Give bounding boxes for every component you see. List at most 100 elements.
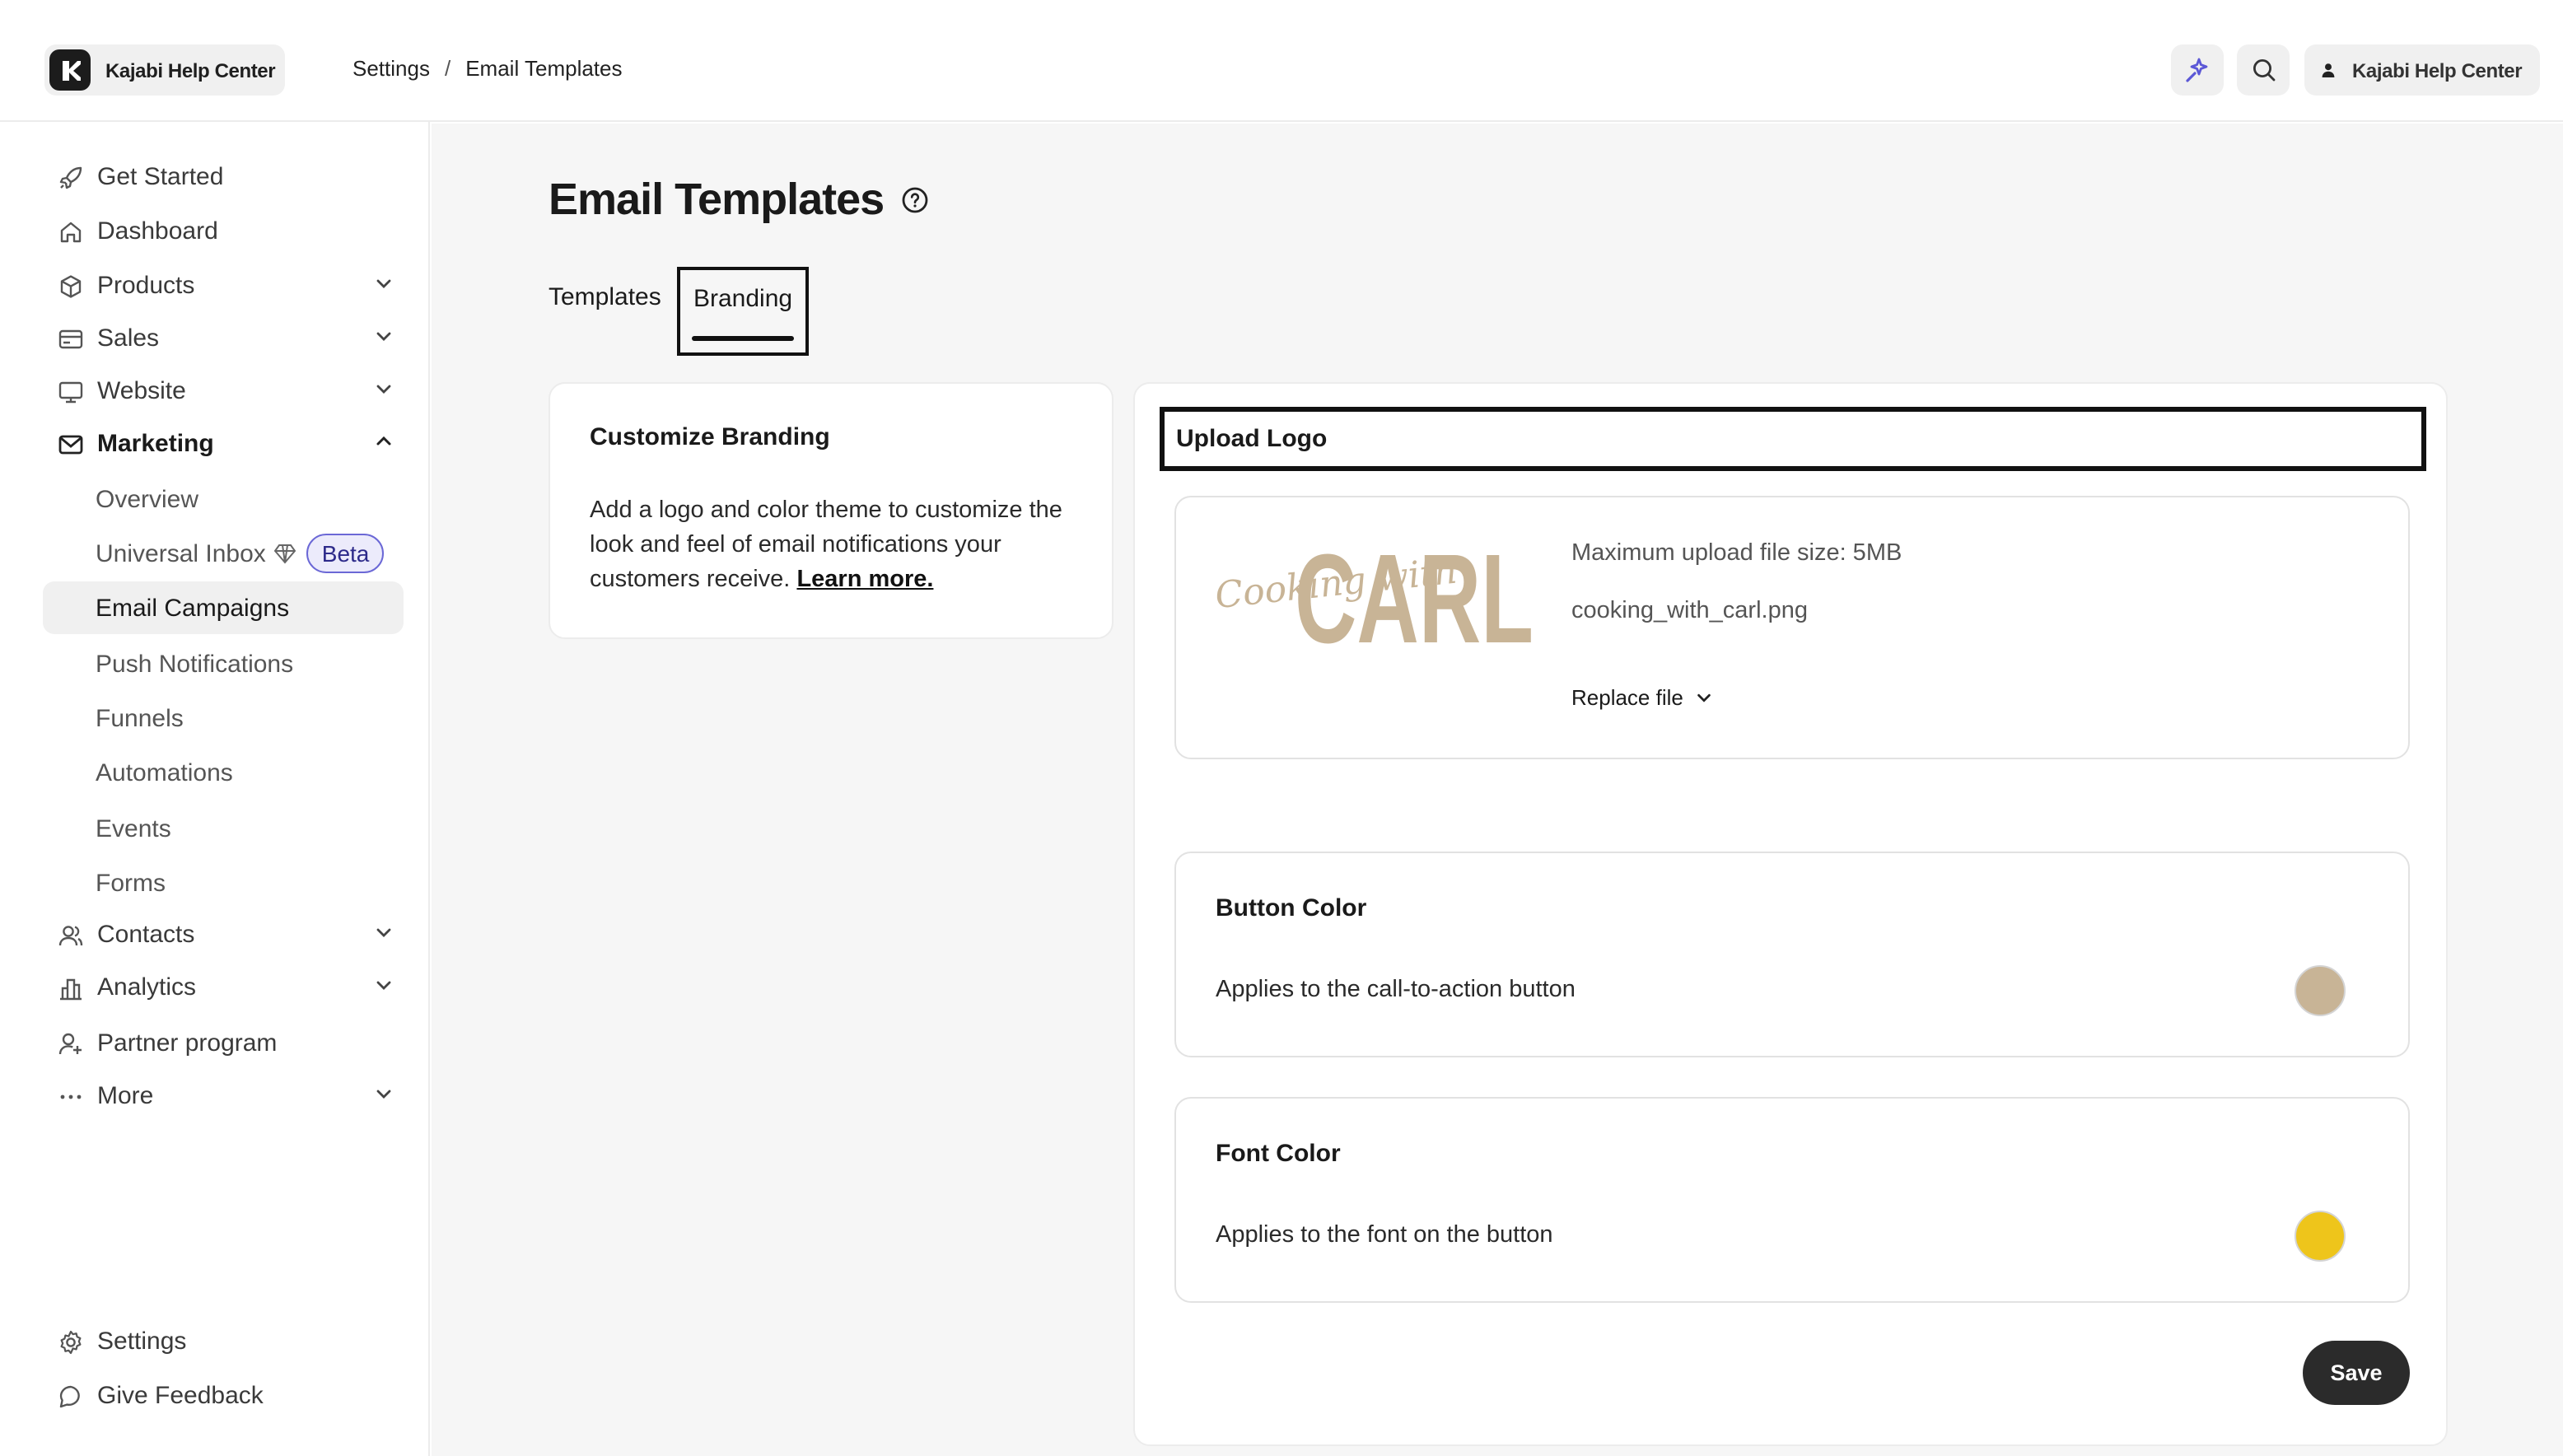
sidebar-sub-label: Events <box>96 814 171 842</box>
sidebar-item-label: Give Feedback <box>97 1382 264 1410</box>
chevron-down-icon <box>376 385 391 394</box>
branding-settings-card: Upload Logo Cooking with CARL Maximum up… <box>1133 382 2448 1446</box>
user-menu-button[interactable]: Kajabi Help Center <box>2304 44 2540 96</box>
sidebar-item-label: Partner program <box>97 1029 278 1057</box>
sidebar-item-products[interactable]: Products <box>43 260 404 311</box>
page-title-text: Email Templates <box>549 175 885 224</box>
chart-icon <box>58 974 84 1001</box>
sidebar: Get Started Dashboard Products Sales Web… <box>16 122 430 1456</box>
mail-icon <box>58 431 84 457</box>
sidebar-item-contacts[interactable]: Contacts <box>43 909 404 960</box>
rocket-icon <box>58 164 84 190</box>
chevron-down-icon <box>376 981 391 990</box>
sidebar-item-sales[interactable]: Sales <box>43 313 404 364</box>
sidebar-item-dashboard[interactable]: Dashboard <box>43 206 404 257</box>
upload-logo-heading: Upload Logo <box>1160 407 2426 471</box>
save-button[interactable]: Save <box>2303 1341 2410 1405</box>
breadcrumb-settings[interactable]: Settings <box>352 56 430 81</box>
sidebar-item-label: Dashboard <box>97 217 218 245</box>
user-icon <box>2322 63 2335 77</box>
chevron-up-icon <box>376 436 391 446</box>
font-color-title: Font Color <box>1216 1140 1341 1168</box>
sidebar-item-label: Settings <box>97 1328 187 1356</box>
chevron-down-icon <box>376 1090 391 1099</box>
search-button[interactable] <box>2237 44 2290 96</box>
box-icon <box>58 273 84 299</box>
chevron-down-icon <box>376 928 391 937</box>
sidebar-item-give-feedback[interactable]: Give Feedback <box>43 1370 404 1421</box>
kajabi-logo-icon <box>49 49 91 91</box>
chevron-down-icon <box>1697 693 1711 702</box>
customize-branding-card: Customize Branding Add a logo and color … <box>549 382 1113 639</box>
breadcrumb-email-templates: Email Templates <box>465 56 623 81</box>
sidebar-sub-label: Overview <box>96 485 199 513</box>
sidebar-item-more[interactable]: More <box>43 1071 404 1122</box>
learn-more-link[interactable]: Learn more. <box>796 567 933 593</box>
sidebar-item-label: Products <box>97 272 195 300</box>
sidebar-item-partner-program[interactable]: Partner program <box>43 1018 404 1069</box>
sidebar-sub-forms[interactable]: Forms <box>43 856 404 909</box>
sidebar-sub-label: Funnels <box>96 704 184 732</box>
sidebar-item-label: Analytics <box>97 973 197 1001</box>
sidebar-sub-automations[interactable]: Automations <box>43 746 404 799</box>
monitor-icon <box>58 378 84 404</box>
sidebar-sub-label: Universal Inbox <box>96 539 266 567</box>
sidebar-sub-label: Forms <box>96 869 166 897</box>
sidebar-item-marketing[interactable]: Marketing <box>43 418 404 469</box>
sidebar-item-label: Contacts <box>97 921 195 949</box>
sidebar-item-label: Website <box>97 377 186 405</box>
sidebar-item-website[interactable]: Website <box>43 366 404 417</box>
font-color-description: Applies to the font on the button <box>1216 1222 1553 1248</box>
uploaded-filename: cooking_with_carl.png <box>1571 598 1808 624</box>
button-color-title: Button Color <box>1216 894 1367 922</box>
ai-assistant-button[interactable] <box>2171 44 2224 96</box>
main-content: Email Templates Templates Branding Custo… <box>432 124 2563 1456</box>
chevron-down-icon <box>376 279 391 288</box>
customize-branding-title: Customize Branding <box>590 423 830 451</box>
button-color-description: Applies to the call-to-action button <box>1216 977 1576 1003</box>
logo-preview: Cooking with CARL <box>1216 530 1534 654</box>
more-icon <box>58 1083 84 1109</box>
sidebar-item-label: Sales <box>97 324 160 352</box>
font-color-swatch[interactable] <box>2295 1211 2346 1262</box>
chevron-down-icon <box>376 332 391 341</box>
replace-file-button[interactable]: Replace file <box>1571 685 1713 710</box>
breadcrumb-separator: / <box>444 56 451 81</box>
sidebar-sub-funnels[interactable]: Funnels <box>43 692 404 744</box>
sidebar-sub-overview[interactable]: Overview <box>43 473 404 525</box>
help-icon[interactable] <box>900 186 928 214</box>
chat-icon <box>58 1383 84 1409</box>
sidebar-sub-push-notifications[interactable]: Push Notifications <box>43 637 404 690</box>
tab-branding[interactable]: Branding <box>677 267 809 356</box>
gear-icon <box>58 1328 84 1355</box>
top-bar: Kajabi Help Center Settings / Email Temp… <box>0 0 2563 122</box>
sidebar-item-settings[interactable]: Settings <box>43 1316 404 1367</box>
tab-branding-label: Branding <box>693 285 793 313</box>
home-icon <box>58 218 84 245</box>
sidebar-sub-label: Push Notifications <box>96 650 294 678</box>
sidebar-sub-universal-inbox[interactable]: Universal Inbox Beta <box>43 527 404 580</box>
partner-icon <box>58 1030 84 1057</box>
page-title: Email Templates <box>549 175 928 226</box>
sparkle-icon <box>2186 57 2208 82</box>
sidebar-sub-email-campaigns[interactable]: Email Campaigns <box>43 581 404 634</box>
sidebar-item-analytics[interactable]: Analytics <box>43 962 404 1013</box>
sidebar-item-label: Marketing <box>97 430 214 458</box>
sidebar-item-label: More <box>97 1082 154 1110</box>
logo-upload-box: Cooking with CARL Maximum upload file si… <box>1174 496 2410 759</box>
brand-switcher[interactable]: Kajabi Help Center <box>44 44 285 96</box>
replace-file-label: Replace file <box>1571 685 1683 710</box>
active-tab-indicator <box>692 336 794 341</box>
logo-word-text: CARL <box>1295 530 1534 654</box>
sidebar-item-label: Get Started <box>97 163 224 191</box>
sidebar-sub-events[interactable]: Events <box>43 802 404 855</box>
button-color-box: Button Color Applies to the call-to-acti… <box>1174 852 2410 1057</box>
tab-templates[interactable]: Templates <box>549 283 661 311</box>
brand-name: Kajabi Help Center <box>105 58 276 82</box>
beta-badge: Beta <box>306 534 385 573</box>
sidebar-item-get-started[interactable]: Get Started <box>43 152 404 203</box>
sidebar-sub-label: Email Campaigns <box>96 594 290 622</box>
diamond-icon <box>274 544 297 564</box>
customize-branding-description: Add a logo and color theme to customize … <box>590 494 1072 598</box>
button-color-swatch[interactable] <box>2295 965 2346 1016</box>
